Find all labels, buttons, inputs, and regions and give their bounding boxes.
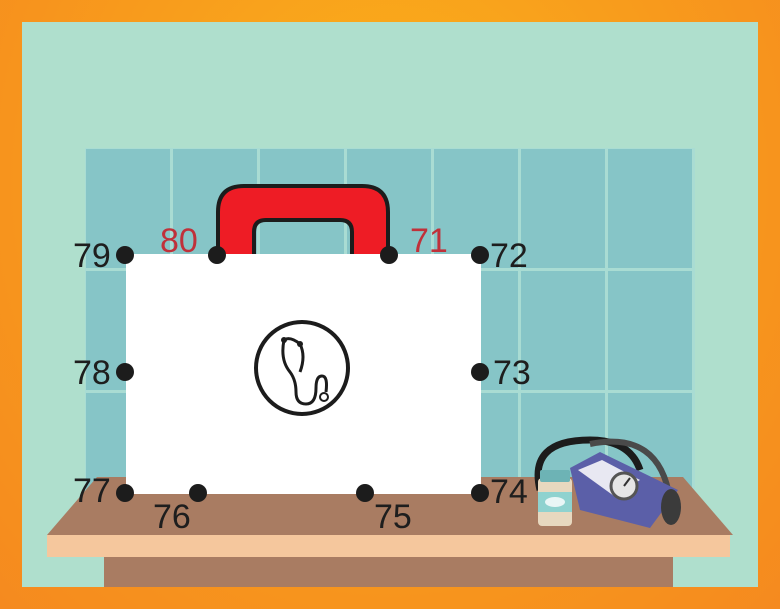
dot-79[interactable] — [116, 246, 134, 264]
label-80: 80 — [160, 222, 198, 260]
label-76: 76 — [153, 498, 191, 536]
label-72: 72 — [490, 237, 528, 275]
label-71: 71 — [410, 222, 448, 260]
dot-73[interactable] — [471, 363, 489, 381]
label-79: 79 — [73, 237, 111, 275]
dot-76[interactable] — [189, 484, 207, 502]
label-77: 77 — [73, 472, 111, 510]
dot-74[interactable] — [471, 484, 489, 502]
dot-71[interactable] — [380, 246, 398, 264]
dot-77[interactable] — [116, 484, 134, 502]
label-73: 73 — [493, 354, 531, 392]
dot-75[interactable] — [356, 484, 374, 502]
dot-72[interactable] — [471, 246, 489, 264]
label-75: 75 — [374, 498, 412, 536]
dot-78[interactable] — [116, 363, 134, 381]
label-78: 78 — [73, 354, 111, 392]
label-74: 74 — [490, 473, 528, 511]
dot-80[interactable] — [208, 246, 226, 264]
